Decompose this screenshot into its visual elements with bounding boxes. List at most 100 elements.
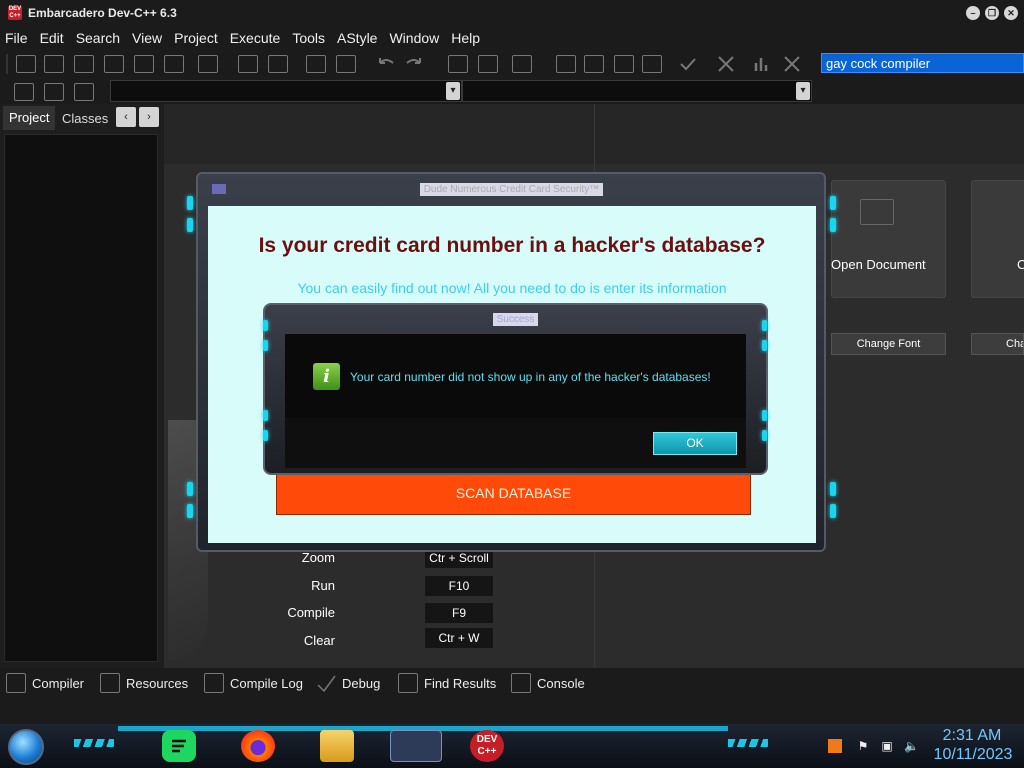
cyan-led-decoration: [762, 410, 767, 421]
syntax-check-icon[interactable]: [678, 55, 698, 73]
change-font-button[interactable]: Change Font: [831, 333, 946, 355]
tab-compile-log[interactable]: Compile Log: [204, 668, 303, 698]
profile-icon[interactable]: [752, 55, 772, 73]
remove-from-project-icon[interactable]: [478, 55, 498, 73]
menu-astyle[interactable]: AStyle: [332, 30, 384, 46]
menu-view[interactable]: View: [127, 30, 169, 46]
flag-icon[interactable]: ⚑: [856, 739, 870, 753]
tab-find-results[interactable]: Find Results: [398, 668, 496, 698]
new-project-icon[interactable]: [448, 55, 468, 73]
menu-help[interactable]: Help: [446, 30, 487, 46]
tab-classes[interactable]: Classes: [57, 106, 115, 130]
restore-button[interactable]: ❐: [985, 6, 999, 20]
stop-icon[interactable]: [716, 55, 736, 73]
tab-console[interactable]: Console: [511, 668, 585, 698]
project-options-icon[interactable]: [512, 55, 532, 73]
window-title: Embarcadero Dev-C++ 6.3: [28, 6, 177, 20]
compiler-select[interactable]: gay cock compiler: [821, 53, 1024, 73]
file-explorer-icon[interactable]: [320, 730, 354, 762]
menu-tools[interactable]: Tools: [287, 30, 332, 46]
delete-profile-icon[interactable]: [782, 55, 802, 73]
status-bar: [0, 698, 1024, 724]
spotify-icon[interactable]: [162, 730, 196, 762]
new-tile-label: C: [1017, 257, 1024, 272]
menu-project[interactable]: Project: [169, 30, 225, 46]
toggle-bookmark-icon[interactable]: [44, 83, 64, 101]
cyan-led-decoration: [187, 482, 193, 496]
dialog-system-icon[interactable]: [212, 184, 226, 194]
open-document-tile[interactable]: [831, 180, 946, 298]
cyan-led-decoration: [187, 196, 193, 210]
success-message: Your card number did not show up in any …: [350, 370, 711, 384]
volume-icon[interactable]: 🔈: [904, 739, 919, 753]
change-theme-button[interactable]: Cha: [971, 333, 1024, 355]
cyan-led-decoration: [263, 320, 268, 331]
close-all-icon[interactable]: [164, 55, 184, 73]
tab-debug[interactable]: Debug: [316, 668, 380, 698]
close-button[interactable]: ✕: [1004, 6, 1018, 20]
cyan-led-decoration: [830, 218, 836, 232]
ok-button[interactable]: OK: [653, 432, 737, 455]
shortcut-label-zoom: Zoom: [301, 550, 335, 565]
compile-log-icon: [204, 673, 224, 693]
cyan-led-decoration: [187, 218, 193, 232]
shortcut-label-compile: Compile: [287, 605, 335, 620]
menu-search[interactable]: Search: [71, 30, 127, 46]
tray-app-icon[interactable]: [828, 739, 842, 753]
undo-icon[interactable]: [376, 55, 396, 73]
insert-icon[interactable]: [14, 83, 34, 101]
toolbar-grip: [6, 54, 8, 74]
unindent-icon[interactable]: [336, 55, 356, 73]
network-icon[interactable]: ▣: [880, 739, 894, 753]
folder-icon: [860, 199, 894, 225]
find-icon[interactable]: [238, 55, 258, 73]
tab-project[interactable]: Project: [3, 106, 55, 130]
devcpp-icon[interactable]: DEV C++: [470, 730, 504, 762]
rebuild-icon[interactable]: [642, 55, 662, 73]
tab-find-results-label: Find Results: [424, 675, 497, 691]
new-tile[interactable]: [971, 180, 1024, 298]
info-icon: i: [313, 363, 340, 390]
minimize-button[interactable]: –: [966, 6, 980, 20]
redo-icon[interactable]: [404, 55, 424, 73]
tab-compiler[interactable]: Compiler: [6, 668, 84, 698]
cyan-led-decoration: [263, 430, 268, 441]
menu-edit[interactable]: Edit: [35, 30, 71, 46]
compile-icon[interactable]: [556, 55, 576, 73]
cyan-led-decoration: [762, 340, 767, 351]
start-button[interactable]: [8, 729, 44, 765]
close-file-icon[interactable]: [134, 55, 154, 73]
tab-resources[interactable]: Resources: [100, 668, 188, 698]
new-file-icon[interactable]: [16, 55, 36, 73]
scan-database-button[interactable]: SCAN DATABASE: [276, 472, 751, 515]
shortcut-key-clear: Ctr + W: [425, 628, 493, 648]
tab-compiler-label: Compiler: [32, 675, 85, 691]
indent-icon[interactable]: [306, 55, 326, 73]
resources-icon: [100, 673, 120, 693]
clock-time[interactable]: 2:31 AM: [932, 727, 1012, 745]
compile-run-icon[interactable]: [614, 55, 634, 73]
replace-icon[interactable]: [268, 55, 288, 73]
run-icon[interactable]: [584, 55, 604, 73]
goto-bookmark-icon[interactable]: [74, 83, 94, 101]
chevron-down-icon[interactable]: ▾: [796, 82, 810, 100]
tab-prev-button[interactable]: ‹: [116, 107, 136, 127]
chevron-down-icon[interactable]: ▾: [446, 82, 460, 100]
menu-execute[interactable]: Execute: [225, 30, 288, 46]
cyan-led-decoration: [762, 320, 767, 331]
function-combo[interactable]: ▾: [462, 80, 812, 102]
firefox-icon[interactable]: [241, 730, 275, 762]
tab-next-button[interactable]: ›: [139, 107, 159, 127]
clock-date[interactable]: 10/11/2023: [928, 746, 1018, 764]
menu-file[interactable]: File: [0, 30, 35, 46]
save-icon[interactable]: [74, 55, 94, 73]
cyan-led-decoration: [263, 410, 268, 421]
dialog-app-icon[interactable]: [390, 730, 442, 762]
open-file-icon[interactable]: [44, 55, 64, 73]
save-all-icon[interactable]: [104, 55, 124, 73]
cyan-led-decoration: [830, 504, 836, 518]
menu-window[interactable]: Window: [384, 30, 446, 46]
project-tree[interactable]: [4, 134, 158, 662]
class-combo[interactable]: ▾: [110, 80, 462, 102]
print-icon[interactable]: [198, 55, 218, 73]
